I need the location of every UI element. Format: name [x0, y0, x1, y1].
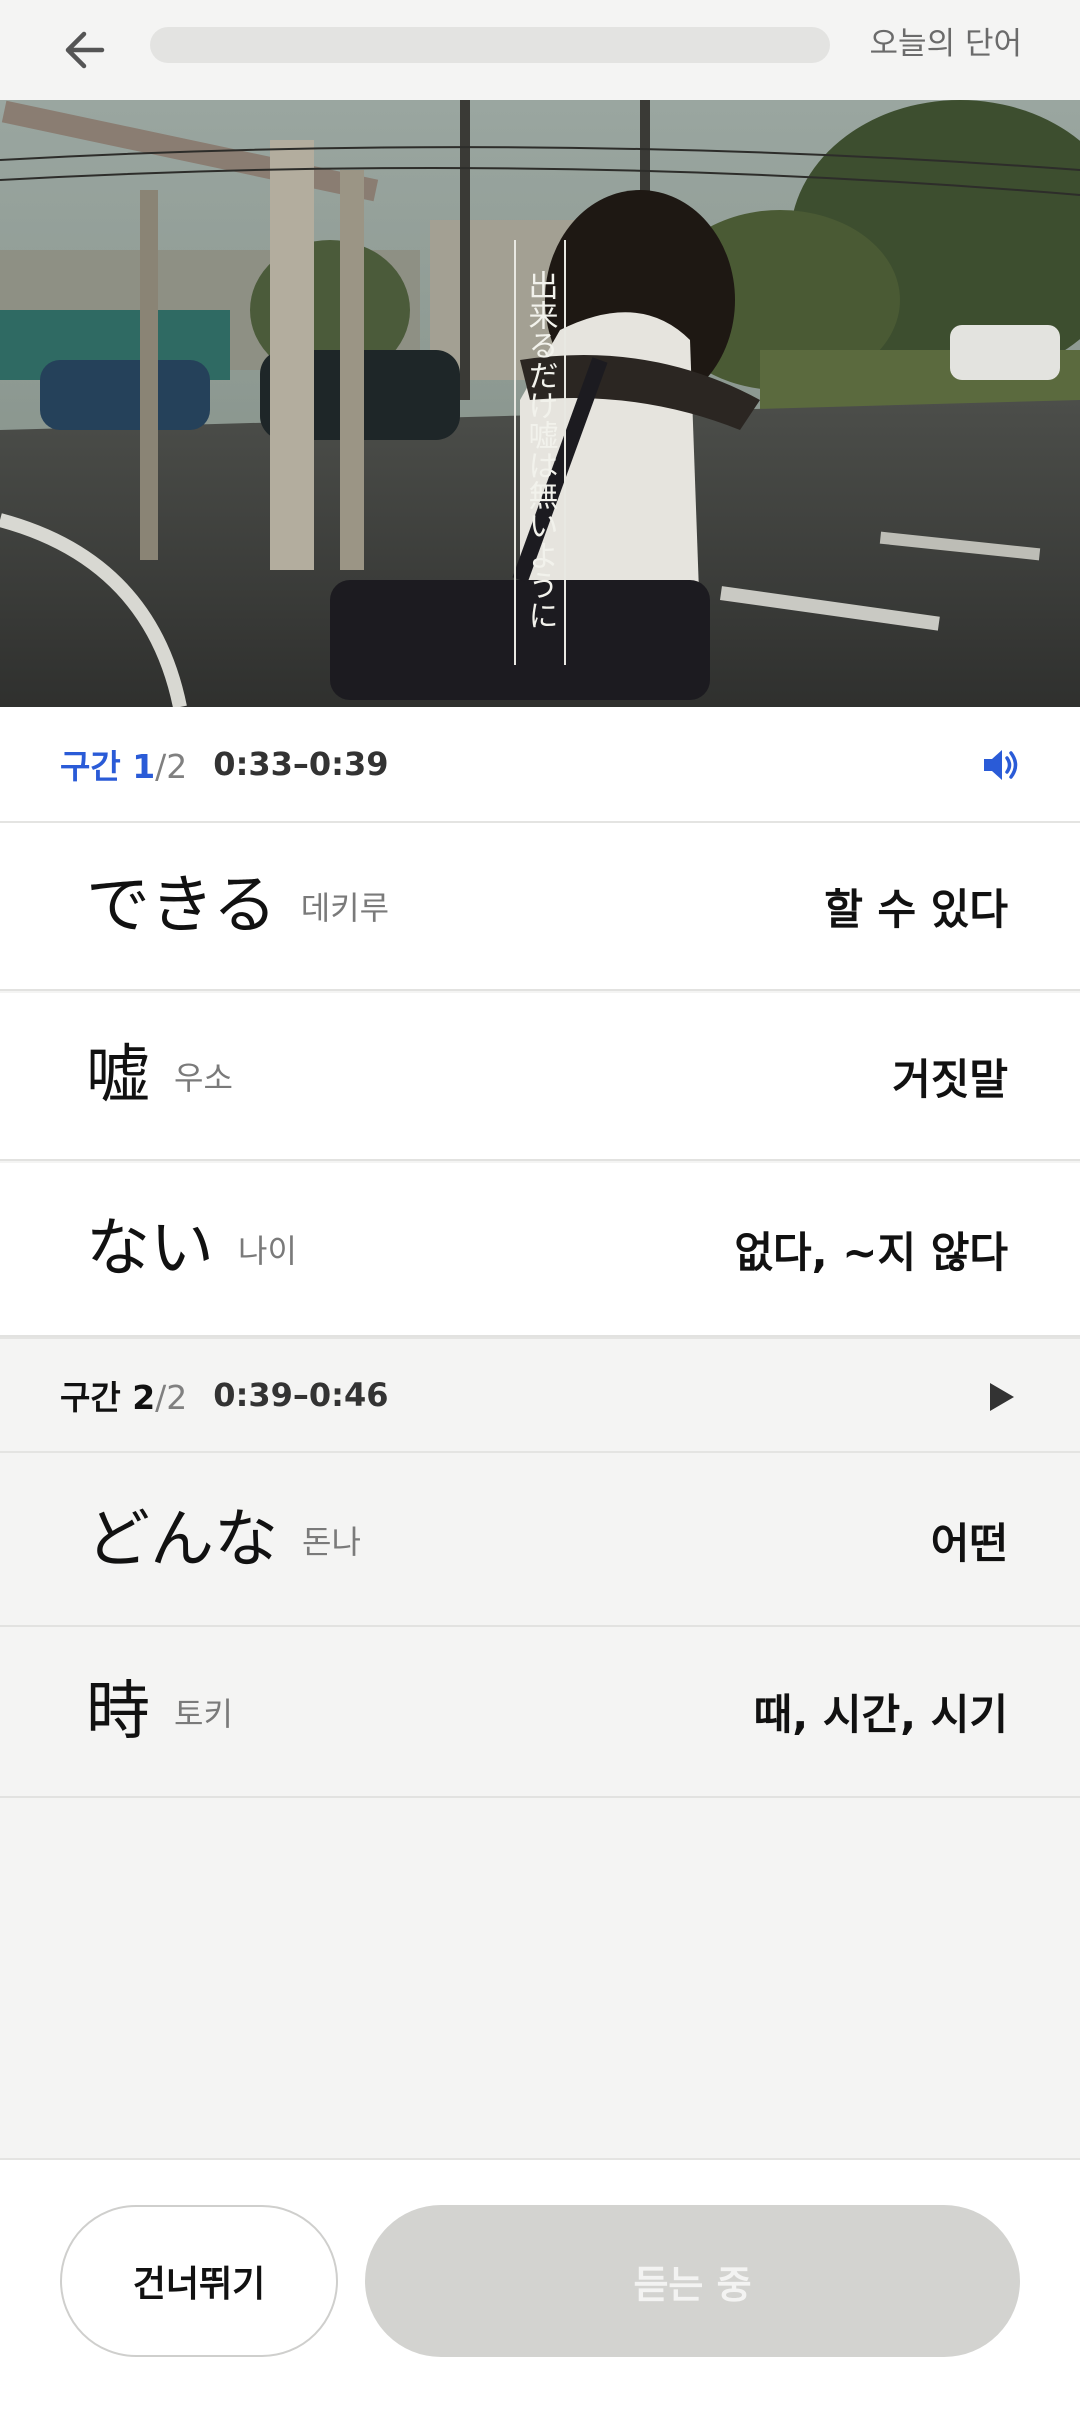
- section-number: 구간 2: [60, 1378, 156, 1417]
- back-arrow-icon: [65, 31, 105, 69]
- japanese-word: ない: [86, 1212, 214, 1286]
- video-player[interactable]: 出来るだけ嘘は無いように: [0, 100, 1080, 707]
- video-frame: 出来るだけ嘘は無いように: [0, 100, 1080, 707]
- japanese-word: どんな: [86, 1503, 278, 1577]
- word-reading: 데키루: [300, 889, 390, 927]
- listening-button[interactable]: 듣는 중: [365, 2205, 1020, 2357]
- word-row[interactable]: 嘘 우소 거짓말: [0, 993, 1080, 1161]
- word-meaning: 때, 시간, 시기: [753, 1690, 1008, 1739]
- word-row[interactable]: できる 데키루 할 수 있다: [0, 823, 1080, 991]
- word-reading: 나이: [238, 1232, 297, 1270]
- japanese-word: できる: [86, 869, 277, 943]
- word-reading: 우소: [174, 1059, 233, 1097]
- section-time: 0:33–0:39: [213, 745, 389, 783]
- play-icon[interactable]: [980, 1377, 1020, 1417]
- speaker-icon[interactable]: [980, 745, 1020, 785]
- page-title: 오늘의 단어: [869, 26, 1022, 62]
- word-row[interactable]: どんな 돈나 어떤: [0, 1455, 1080, 1627]
- bottom-action-bar: 건너뛰기 듣는 중: [0, 2158, 1080, 2426]
- lyric-caption: 出来るだけ嘘は無いように: [523, 270, 558, 630]
- skip-button[interactable]: 건너뛰기: [60, 2205, 338, 2357]
- progress-bar: [150, 27, 830, 63]
- word-row[interactable]: ない 나이 없다, ~지 않다: [0, 1163, 1080, 1337]
- word-meaning: 거짓말: [892, 1054, 1008, 1104]
- section-header-1[interactable]: 구간 1/2 0:33–0:39: [0, 707, 1080, 823]
- japanese-word: 嘘: [86, 1039, 150, 1113]
- section-header-2[interactable]: 구간 2/2 0:39–0:46: [0, 1337, 1080, 1453]
- section-number: 구간 1: [60, 747, 156, 786]
- back-button[interactable]: [48, 18, 120, 82]
- section-total: /2: [155, 747, 188, 786]
- japanese-word: 時: [86, 1674, 150, 1749]
- word-row[interactable]: 時 토키 때, 시간, 시기: [0, 1627, 1080, 1798]
- section-total: /2: [155, 1378, 188, 1417]
- word-meaning: 어떤: [930, 1518, 1008, 1568]
- top-bar: 오늘의 단어: [0, 0, 1080, 100]
- word-meaning: 없다, ~지 않다: [734, 1227, 1008, 1277]
- section-label: 구간 1/2: [60, 740, 187, 788]
- section-time: 0:39–0:46: [213, 1376, 389, 1414]
- section-label: 구간 2/2: [60, 1371, 187, 1419]
- word-reading: 돈나: [302, 1523, 361, 1561]
- word-reading: 토키: [174, 1694, 233, 1733]
- word-meaning: 할 수 있다: [824, 884, 1008, 934]
